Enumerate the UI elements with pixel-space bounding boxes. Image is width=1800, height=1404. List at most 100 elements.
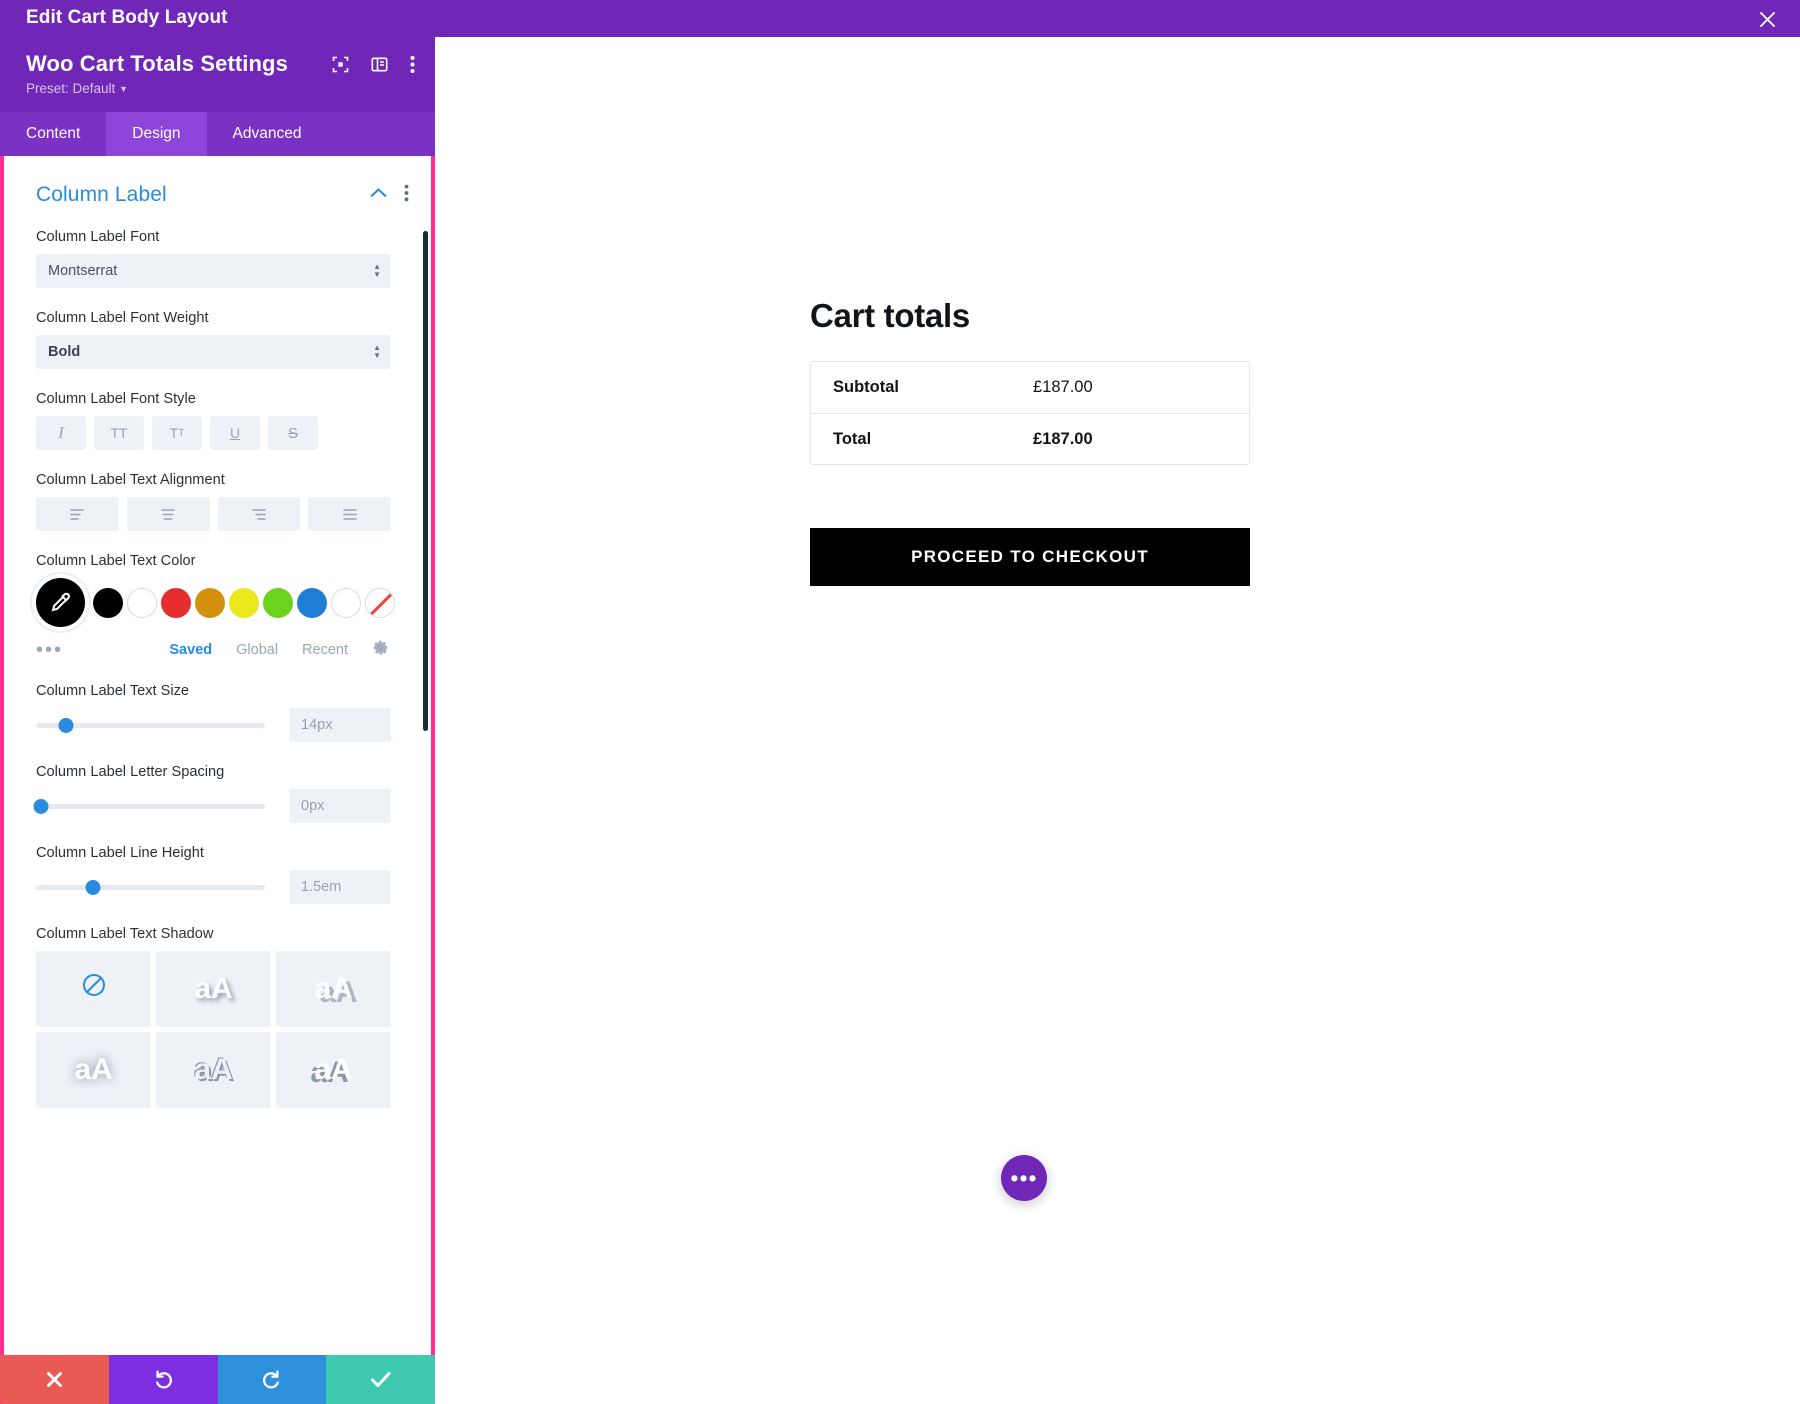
builder-fab-button[interactable]: ••• <box>1001 1155 1047 1201</box>
column-label-text-color-label: Column Label Text Color <box>36 553 391 569</box>
field-column-label-font-weight: Column Label Font Weight Bold ▲▼ <box>4 310 431 369</box>
column-label-letter-spacing-label: Column Label Letter Spacing <box>36 764 391 780</box>
color-swatch-row <box>36 578 391 627</box>
underline-icon[interactable]: U <box>210 416 260 450</box>
panel-layout-icon[interactable] <box>371 56 388 78</box>
no-shadow-icon <box>81 972 107 1006</box>
swatch-none[interactable] <box>365 588 395 618</box>
close-icon[interactable] <box>1752 4 1782 34</box>
swatch-orange[interactable] <box>195 588 225 618</box>
subtotal-label: Subtotal <box>833 378 1033 397</box>
chevron-down-icon: ▼ <box>119 84 128 94</box>
more-dots-icon[interactable]: ••• <box>36 645 63 655</box>
text-shadow-hard[interactable]: aA <box>276 951 391 1027</box>
chevron-up-icon[interactable] <box>369 186 388 204</box>
swatch-yellow[interactable] <box>229 588 259 618</box>
italic-icon[interactable]: I <box>36 416 86 450</box>
column-label-text-shadow-label: Column Label Text Shadow <box>36 926 391 942</box>
column-label-text-alignment-label: Column Label Text Alignment <box>36 472 391 488</box>
tab-design[interactable]: Design <box>106 112 206 156</box>
color-tab-global[interactable]: Global <box>236 642 278 658</box>
focus-target-icon[interactable] <box>332 56 349 78</box>
section-options-icon[interactable] <box>404 184 409 207</box>
panel-header-icons <box>332 55 415 79</box>
column-label-font-style-label: Column Label Font Style <box>36 391 391 407</box>
field-column-label-line-height: Column Label Line Height 1.5em <box>4 845 431 904</box>
total-label: Total <box>833 430 1033 449</box>
line-height-slider[interactable] <box>36 877 265 897</box>
preset-label: Preset: Default <box>26 81 115 96</box>
kebab-menu-icon[interactable] <box>410 55 415 79</box>
table-row: Subtotal £187.00 <box>811 362 1249 413</box>
panel-header: Woo Cart Totals Settings Preset: Default… <box>0 37 435 112</box>
slider-knob[interactable] <box>33 799 48 814</box>
text-size-input[interactable]: 14px <box>289 708 391 742</box>
column-label-font-label: Column Label Font <box>36 229 391 245</box>
divi-builder-screen: Edit Cart Body Layout Woo Cart Totals Se… <box>0 0 1800 1404</box>
tab-content[interactable]: Content <box>0 112 106 156</box>
eyedropper-icon[interactable] <box>36 578 85 627</box>
column-label-font-weight-select[interactable]: Bold ▲▼ <box>36 335 391 369</box>
subtotal-value: £187.00 <box>1033 378 1093 397</box>
text-shadow-glow[interactable]: aA <box>36 1032 151 1108</box>
panel-scrollbar[interactable] <box>423 231 428 731</box>
preset-selector[interactable]: Preset: Default ▼ <box>26 81 413 96</box>
swatch-empty[interactable] <box>331 588 361 618</box>
cart-totals-table: Subtotal £187.00 Total £187.00 <box>810 361 1250 465</box>
text-shadow-none[interactable] <box>36 951 151 1027</box>
page-preview: Cart totals Subtotal £187.00 Total £187.… <box>435 37 1800 1404</box>
field-column-label-text-alignment: Column Label Text Alignment <box>4 472 431 531</box>
text-shadow-left[interactable]: aA <box>276 1032 391 1108</box>
letter-spacing-input[interactable]: 0px <box>289 789 391 823</box>
align-center-icon[interactable] <box>127 497 210 531</box>
swatch-white[interactable] <box>127 588 157 618</box>
align-left-icon[interactable] <box>36 497 119 531</box>
spinner-icon: ▲▼ <box>373 264 381 278</box>
cart-totals-title: Cart totals <box>810 297 1250 335</box>
slider-track <box>36 885 265 890</box>
proceed-to-checkout-button[interactable]: PROCEED TO CHECKOUT <box>810 528 1250 586</box>
section-header: Column Label <box>4 156 431 207</box>
more-dots-icon: ••• <box>1010 1175 1037 1181</box>
tab-advanced[interactable]: Advanced <box>207 112 328 156</box>
table-row: Total £187.00 <box>811 413 1249 464</box>
small-caps-icon[interactable]: TT <box>152 416 202 450</box>
color-tab-recent[interactable]: Recent <box>302 642 348 658</box>
letter-spacing-slider[interactable] <box>36 796 265 816</box>
redo-button[interactable] <box>218 1355 327 1404</box>
column-label-line-height-label: Column Label Line Height <box>36 845 391 861</box>
line-height-input[interactable]: 1.5em <box>289 870 391 904</box>
slider-knob[interactable] <box>58 718 73 733</box>
spinner-icon: ▲▼ <box>373 345 381 359</box>
column-label-text-size-label: Column Label Text Size <box>36 683 391 699</box>
swatch-black[interactable] <box>93 588 123 618</box>
total-value: £187.00 <box>1033 430 1093 449</box>
column-label-font-select[interactable]: Montserrat ▲▼ <box>36 254 391 288</box>
column-label-font-value: Montserrat <box>48 263 117 279</box>
swatch-green[interactable] <box>263 588 293 618</box>
align-right-icon[interactable] <box>218 497 301 531</box>
field-column-label-font-style: Column Label Font Style I TT TT U S <box>4 391 431 450</box>
align-justify-icon[interactable] <box>308 497 391 531</box>
text-shadow-soft[interactable]: aA <box>156 951 271 1027</box>
top-bar: Edit Cart Body Layout <box>0 0 1800 37</box>
strikethrough-icon[interactable]: S <box>268 416 318 450</box>
gear-icon[interactable] <box>372 639 389 661</box>
color-tab-saved[interactable]: Saved <box>169 642 212 658</box>
panel-action-bar <box>0 1355 435 1404</box>
swatch-red[interactable] <box>161 588 191 618</box>
swatch-blue[interactable] <box>297 588 327 618</box>
uppercase-icon[interactable]: TT <box>94 416 144 450</box>
text-alignment-buttons <box>36 497 391 531</box>
column-label-font-weight-value: Bold <box>48 344 80 360</box>
cancel-button[interactable] <box>0 1355 109 1404</box>
cart-totals-module: Cart totals Subtotal £187.00 Total £187.… <box>810 297 1250 586</box>
field-column-label-text-shadow: Column Label Text Shadow aA aA aA <box>4 926 431 1138</box>
slider-knob[interactable] <box>86 880 101 895</box>
font-style-buttons: I TT TT U S <box>36 416 391 450</box>
panel-body: Column Label Column Label Font Montserra… <box>0 156 435 1404</box>
text-size-slider[interactable] <box>36 715 265 735</box>
text-shadow-outline[interactable]: aA <box>156 1032 271 1108</box>
save-button[interactable] <box>326 1355 435 1404</box>
undo-button[interactable] <box>109 1355 218 1404</box>
